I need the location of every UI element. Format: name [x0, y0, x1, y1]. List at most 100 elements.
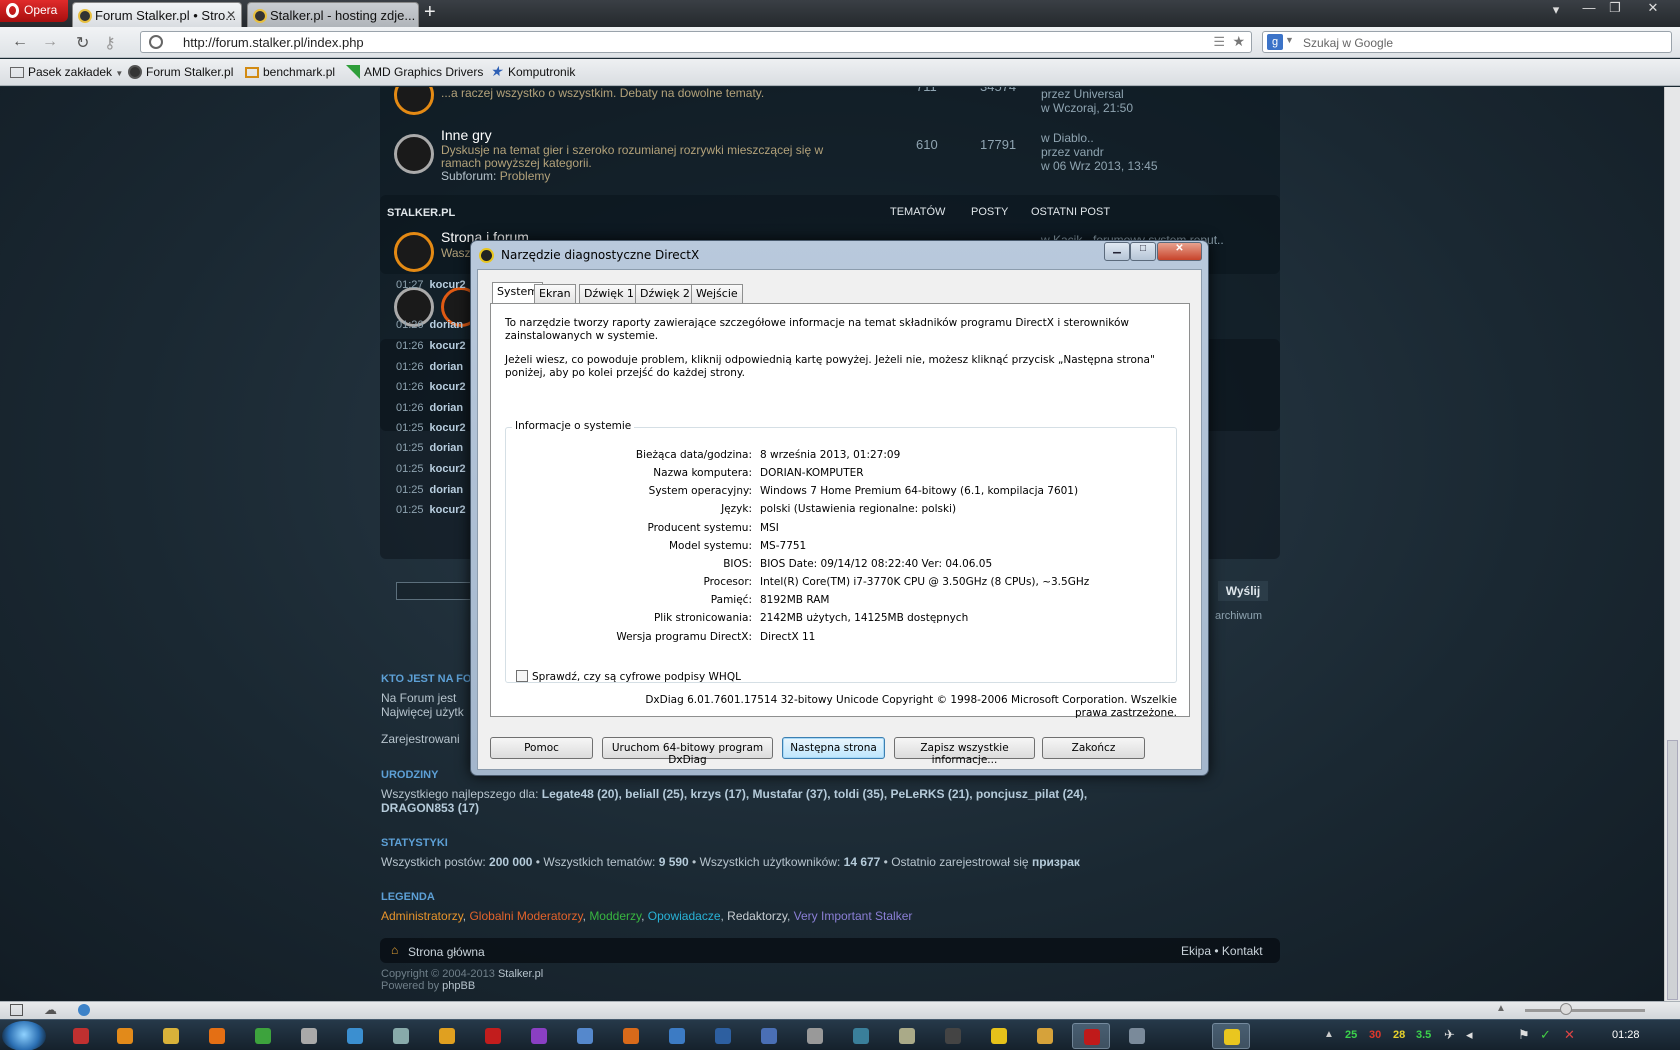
minimize-icon[interactable]: ▁: [1104, 242, 1130, 261]
shout-user[interactable]: dorian: [430, 402, 464, 414]
legend-item[interactable]: Very Important Stalker: [794, 909, 913, 923]
birthdays-users[interactable]: Legate48 (20), beliall (25), krzys (17),…: [542, 787, 1087, 801]
key-icon[interactable]: ⚷: [104, 33, 116, 53]
tab-wejscie[interactable]: Wejście: [691, 284, 743, 303]
cloud-icon[interactable]: ☁: [44, 1002, 57, 1018]
turbo-icon[interactable]: [78, 1004, 90, 1016]
footer-home-link[interactable]: Strona główna: [408, 945, 485, 959]
whql-checkbox[interactable]: Sprawdź, czy są cyfrowe podpisy WHQL: [516, 670, 741, 683]
next-page-button[interactable]: Następna strona: [782, 737, 885, 759]
rss-icon[interactable]: ☰: [1213, 34, 1225, 50]
taskbar-button[interactable]: [1212, 1023, 1250, 1049]
newest-user-link[interactable]: призрак: [1032, 855, 1080, 869]
shout-user[interactable]: dorian: [430, 484, 464, 496]
save-all-info-button[interactable]: Zapisz wszystkie informacje...: [894, 737, 1035, 766]
close-dialog-icon[interactable]: ✕: [1157, 242, 1202, 261]
volume-icon[interactable]: ◂: [1466, 1027, 1473, 1043]
taskbar-button[interactable]: [1118, 1023, 1156, 1049]
last-post-by[interactable]: przez vandr: [1041, 145, 1104, 159]
legend-item[interactable]: Opowiadacze: [648, 909, 721, 923]
last-post-topic[interactable]: w Diablo..: [1041, 131, 1094, 145]
legend-item[interactable]: Administratorzy: [381, 909, 463, 923]
taskbar-button[interactable]: [750, 1023, 788, 1049]
taskbar-button[interactable]: [612, 1023, 650, 1049]
tab-dzwiek-1[interactable]: Dźwięk 1: [579, 284, 639, 303]
taskbar-clock[interactable]: 01:28: [1612, 1029, 1640, 1041]
exit-button[interactable]: Zakończ: [1042, 737, 1145, 759]
maximize-icon[interactable]: □: [1130, 242, 1156, 261]
reload-icon[interactable]: ↻: [76, 33, 89, 53]
minimize-icon[interactable]: —: [1575, 0, 1603, 18]
bookmark-benchmark[interactable]: benchmark.pl: [245, 65, 335, 79]
bookmark-folder-pasek[interactable]: Pasek zakładek ▼: [10, 65, 123, 79]
shout-user[interactable]: kocur2: [430, 504, 466, 516]
taskbar-button[interactable]: [198, 1023, 236, 1049]
run-64bit-dxdiag-button[interactable]: Uruchom 64-bitowy program DxDiag: [602, 737, 773, 766]
footer-contact-link[interactable]: Kontakt: [1222, 944, 1263, 958]
tab-stalker-hosting[interactable]: Stalker.pl - hosting zdje...: [247, 2, 419, 27]
back-icon[interactable]: ←: [12, 33, 28, 51]
zoom-slider[interactable]: [1525, 1009, 1645, 1012]
scrollbar-thumb[interactable]: [1667, 740, 1678, 1000]
search-field[interactable]: g ▼ Szukaj w Google: [1262, 31, 1672, 53]
legend-item[interactable]: Globalni Moderatorzy: [469, 909, 582, 923]
shoutbox-send-button[interactable]: Wyślij: [1218, 581, 1268, 601]
site-info-icon[interactable]: [149, 35, 163, 49]
opera-menu-button[interactable]: Opera: [0, 0, 68, 22]
taskbar-button[interactable]: [658, 1023, 696, 1049]
category-name[interactable]: STALKER.PL: [387, 207, 455, 219]
zoom-slider-thumb[interactable]: [1560, 1003, 1572, 1015]
network-icon[interactable]: ✈: [1444, 1027, 1455, 1043]
forum-title-inne-gry[interactable]: Inne gry: [441, 127, 492, 143]
taskbar-button[interactable]: [336, 1023, 374, 1049]
taskbar-button[interactable]: [980, 1023, 1018, 1049]
forward-icon[interactable]: →: [42, 33, 58, 51]
tray-app-icon[interactable]: ✕: [1564, 1027, 1575, 1043]
copyright-site-link[interactable]: Stalker.pl: [498, 968, 543, 980]
tray-expand-icon[interactable]: ▲: [1324, 1029, 1334, 1040]
taskbar-button[interactable]: [888, 1023, 926, 1049]
birthdays-users[interactable]: DRAGON853 (17): [381, 801, 479, 815]
tab-ekran[interactable]: Ekran: [534, 284, 576, 303]
taskbar-button[interactable]: [1026, 1023, 1064, 1049]
shout-user[interactable]: kocur2: [430, 279, 466, 291]
tray-temperature[interactable]: 25: [1345, 1029, 1357, 1041]
panel-toggle-icon[interactable]: [10, 1004, 23, 1016]
update-icon[interactable]: ✓: [1540, 1027, 1551, 1043]
footer-team-link[interactable]: Ekipa: [1181, 944, 1211, 958]
address-bar[interactable]: http://forum.stalker.pl/index.php ☰ ★: [140, 31, 1252, 53]
taskbar-button[interactable]: [566, 1023, 604, 1049]
bookmark-komputronik[interactable]: ★ Komputronik: [490, 63, 575, 79]
tab-list-chevron-icon[interactable]: ▾: [1542, 2, 1570, 20]
taskbar-button[interactable]: [934, 1023, 972, 1049]
restore-icon[interactable]: ❐: [1601, 0, 1629, 18]
legend-item[interactable]: Redaktorzy: [727, 909, 787, 923]
bookmark-forum-stalker[interactable]: Forum Stalker.pl: [128, 65, 233, 79]
shout-user[interactable]: dorian: [430, 319, 464, 331]
zoom-out-icon[interactable]: ▲: [1496, 1003, 1506, 1014]
tray-temperature[interactable]: 3.5: [1416, 1029, 1431, 1041]
taskbar-button[interactable]: [382, 1023, 420, 1049]
taskbar-button[interactable]: [520, 1023, 558, 1049]
taskbar-button[interactable]: [290, 1023, 328, 1049]
close-tab-icon[interactable]: ✕: [226, 8, 236, 22]
taskbar-button[interactable]: [474, 1023, 512, 1049]
tab-dzwiek-2[interactable]: Dźwięk 2: [635, 284, 695, 303]
shout-user[interactable]: kocur2: [430, 463, 466, 475]
last-post-by[interactable]: przez Universal: [1041, 87, 1124, 101]
legend-item[interactable]: Modderzy: [589, 909, 641, 923]
help-button[interactable]: Pomoc: [490, 737, 593, 759]
bookmark-amd-drivers[interactable]: AMD Graphics Drivers: [346, 65, 483, 79]
shoutbox-archive-link[interactable]: archiwum: [1215, 610, 1262, 622]
phpbb-link[interactable]: phpBB: [442, 980, 475, 992]
tray-temperature[interactable]: 28: [1393, 1029, 1405, 1041]
taskbar-button[interactable]: [106, 1023, 144, 1049]
taskbar-button[interactable]: [704, 1023, 742, 1049]
taskbar-button[interactable]: [244, 1023, 282, 1049]
page-scrollbar[interactable]: [1664, 87, 1680, 1001]
bookmark-star-icon[interactable]: ★: [1232, 33, 1245, 50]
chevron-down-icon[interactable]: ▼: [1285, 35, 1294, 45]
shout-user[interactable]: kocur2: [430, 381, 466, 393]
taskbar-button[interactable]: [428, 1023, 466, 1049]
new-tab-icon[interactable]: +: [424, 1, 436, 24]
